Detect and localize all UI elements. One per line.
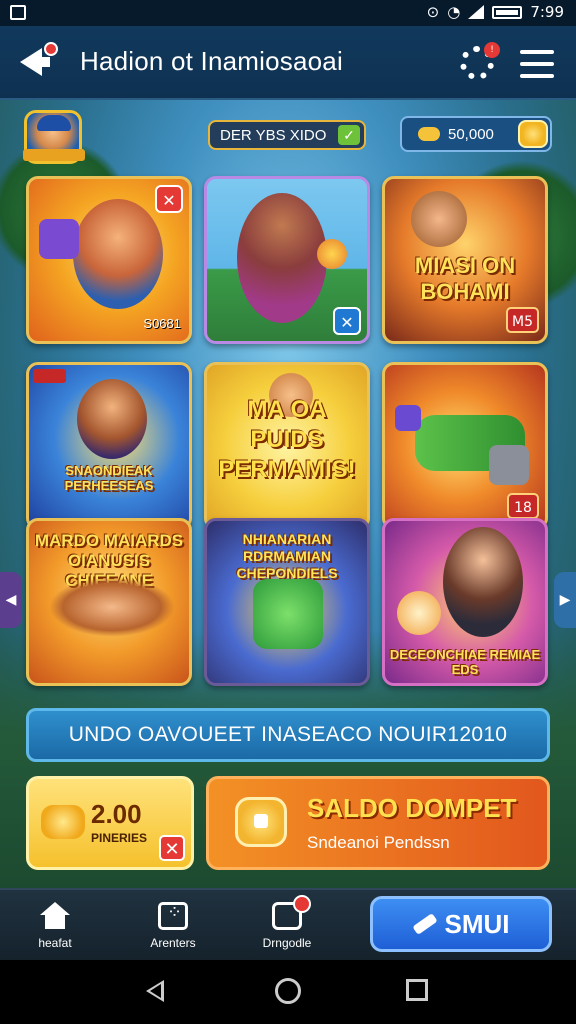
- system-back-icon[interactable]: [146, 980, 164, 1002]
- tab-label: heafat: [38, 936, 72, 950]
- card-count-badge: M5: [506, 307, 539, 333]
- card-title: MIASI ON BOHAMI: [414, 253, 516, 304]
- balance-pill[interactable]: 50,000: [400, 116, 552, 152]
- game-card-4[interactable]: SNAONDIEAK PERHEESEAS: [26, 362, 192, 530]
- balance-value: 50,000: [448, 125, 494, 143]
- location-icon: ⊙: [426, 3, 440, 21]
- coin-stack-icon: [41, 805, 85, 839]
- dice-icon: [158, 902, 188, 930]
- game-card-3[interactable]: MIASI ON BOHAMI M5: [382, 176, 548, 344]
- card-count-badge: 18: [507, 493, 539, 519]
- points-card[interactable]: 2.00 PINERIES ✕: [26, 776, 194, 870]
- character-art: [411, 191, 467, 247]
- settings-button[interactable]: !: [460, 42, 500, 80]
- notification-dot: [293, 895, 311, 913]
- promo-code-text: DER YBS XIDO: [220, 126, 327, 144]
- signal-icon: [468, 5, 485, 19]
- card-title: NHIANARIAN RDRMAMIAN CHEPONDIELS: [236, 531, 338, 581]
- notification-dot: [44, 42, 58, 56]
- wallet-title: SALDO DOMPET: [307, 793, 517, 823]
- card-title: DECEONCHIAE REMIAE EDS: [389, 647, 541, 677]
- coin-icon: [518, 120, 548, 148]
- tab-label: Arenters: [150, 936, 196, 950]
- chat-icon: [272, 895, 311, 930]
- info-banner[interactable]: UNDO OAVOUEET INASEACO NOUIR12010: [26, 708, 550, 762]
- game-card-9[interactable]: DECEONCHIAE REMIAE EDS: [382, 518, 548, 686]
- chevron-right-icon: ▶: [559, 592, 571, 608]
- status-bar: ⊙ ◔ 7:99: [0, 0, 576, 26]
- wifi-icon: ◔: [447, 3, 461, 21]
- wallet-icon: [235, 797, 287, 847]
- check-icon: ✓: [338, 125, 360, 145]
- status-time: 7:99: [530, 3, 564, 21]
- wallet-subtitle: Sndeanoi Pendssn: [307, 833, 450, 852]
- wallet-card[interactable]: SALDO DOMPET Sndeanoi Pendssn: [206, 776, 550, 870]
- jar-art: [253, 579, 323, 649]
- primary-action-button[interactable]: SMUI: [370, 896, 552, 952]
- game-card-8[interactable]: NHIANARIAN RDRMAMIAN CHEPONDIELS: [204, 518, 370, 686]
- character-art: [73, 199, 163, 309]
- game-card-6[interactable]: 18: [382, 362, 548, 530]
- game-card-1[interactable]: ✕ S0681: [26, 176, 192, 344]
- notification-icon: [10, 5, 26, 20]
- card-badge-icon: ✕: [155, 185, 183, 213]
- card-title: MA OA PUIDS PERMAMIS!: [218, 396, 356, 483]
- game-card-5[interactable]: MA OA PUIDS PERMAMIS!: [204, 362, 370, 530]
- tab-home[interactable]: heafat: [0, 898, 110, 958]
- chevron-left-icon: ◀: [5, 592, 17, 608]
- gift-box-art: [39, 219, 79, 259]
- promo-code-pill[interactable]: DER YBS XIDO ✓: [208, 120, 366, 150]
- page-title: Hadion ot Inamiosaoai: [80, 46, 343, 76]
- character-art: [77, 379, 147, 459]
- card-tag: [33, 369, 66, 383]
- player-avatar[interactable]: [23, 110, 85, 164]
- status-right: ⊙ ◔ 7:99: [427, 3, 564, 21]
- wand-icon: [411, 913, 438, 935]
- primary-action-label: SMUI: [444, 908, 510, 939]
- card-price: S0681: [143, 316, 181, 331]
- cube-art: [395, 405, 421, 431]
- home-icon: [40, 902, 70, 930]
- carousel-next-button[interactable]: ▶: [554, 572, 576, 628]
- hamburger-icon: [520, 50, 554, 54]
- system-recents-icon[interactable]: [406, 979, 428, 1001]
- close-icon[interactable]: ✕: [159, 835, 185, 861]
- close-icon[interactable]: ✕: [333, 307, 361, 335]
- pizza-art: [397, 591, 441, 635]
- character-art: [237, 193, 327, 323]
- key-icon: [418, 127, 440, 141]
- tab-messages[interactable]: Drngodle: [232, 895, 342, 958]
- character-art: [443, 527, 523, 637]
- system-navigation-bar: [0, 960, 576, 1024]
- card-title: SNAONDIEAK PERHEESEAS: [64, 463, 154, 493]
- tab-label: Drngodle: [262, 936, 312, 950]
- back-button[interactable]: [18, 42, 58, 82]
- tab-games[interactable]: Arenters: [118, 898, 228, 958]
- points-value: 2.00: [91, 799, 142, 829]
- characters-art: [49, 577, 175, 637]
- battery-icon: [492, 5, 523, 19]
- system-home-icon[interactable]: [275, 978, 301, 1004]
- carousel-prev-button[interactable]: ◀: [0, 572, 22, 628]
- ball-art: [317, 239, 347, 269]
- avatar-tag: [23, 149, 85, 161]
- game-card-2[interactable]: ✕: [204, 176, 370, 344]
- blaster-barrel-art: [489, 445, 529, 485]
- menu-button[interactable]: [520, 50, 554, 78]
- points-label: PINERIES: [91, 831, 148, 845]
- game-card-7[interactable]: MARDO MAIARDS OIANUSIS CHIEEANE: [26, 518, 192, 686]
- settings-badge: !: [484, 42, 500, 58]
- app-header: Hadion ot Inamiosaoai !: [0, 26, 576, 100]
